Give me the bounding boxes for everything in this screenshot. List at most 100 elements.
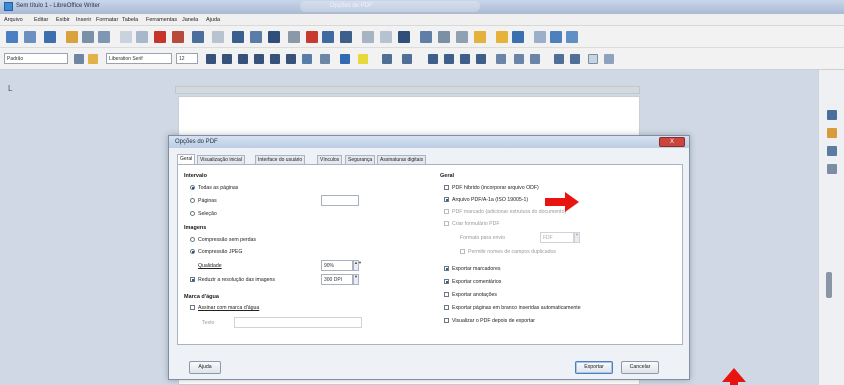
tab-stop-selector[interactable]: L	[8, 84, 12, 93]
insert-textbox-icon[interactable]	[340, 31, 352, 43]
selection-radio[interactable]	[190, 211, 195, 216]
basic-shapes-icon[interactable]	[550, 31, 562, 43]
italic-icon[interactable]	[222, 54, 232, 64]
menu-insert[interactable]: Inserir	[76, 17, 91, 23]
export-button[interactable]: Exportar	[575, 361, 613, 374]
watermark-text-input[interactable]	[234, 317, 362, 328]
export-notes-checkbox[interactable]	[444, 292, 449, 297]
draw-functions-icon[interactable]	[566, 31, 578, 43]
menu-view[interactable]: Exibir	[56, 17, 70, 23]
print-preview-icon[interactable]	[98, 31, 110, 43]
lossless-compression-radio[interactable]	[190, 237, 195, 242]
pages-range-input[interactable]	[321, 195, 359, 206]
menu-help[interactable]: Ajuda	[206, 17, 220, 23]
tab-general[interactable]: Geral	[177, 154, 196, 164]
paste-icon[interactable]	[154, 31, 166, 43]
comment-icon[interactable]	[456, 31, 468, 43]
sidebar-toggle-icon[interactable]	[588, 54, 598, 64]
pages-radio[interactable]	[190, 198, 195, 203]
menu-edit[interactable]: Editar	[34, 17, 48, 23]
subscript-icon[interactable]	[286, 54, 296, 64]
styles-icon[interactable]	[827, 128, 837, 138]
increase-indent-icon[interactable]	[514, 54, 524, 64]
duplicate-field-names-checkbox[interactable]	[460, 249, 465, 254]
gallery-icon[interactable]	[827, 146, 837, 156]
cut-icon[interactable]	[120, 31, 132, 43]
paragraph-icon[interactable]	[554, 54, 564, 64]
dialog-close-button[interactable]: X	[659, 137, 685, 147]
insert-field-icon[interactable]	[380, 31, 392, 43]
font-color-icon[interactable]	[340, 54, 350, 64]
spelling-icon[interactable]	[250, 31, 262, 43]
strikethrough-icon[interactable]	[254, 54, 264, 64]
numbering-icon[interactable]	[402, 54, 412, 64]
insert-chart-icon[interactable]	[322, 31, 334, 43]
shadow-icon[interactable]	[302, 54, 312, 64]
align-center-icon[interactable]	[444, 54, 454, 64]
sign-watermark-checkbox[interactable]	[190, 305, 195, 310]
font-size-dropdown[interactable]: 12	[176, 53, 198, 64]
insert-image-icon[interactable]	[306, 31, 318, 43]
create-form-checkbox[interactable]	[444, 221, 449, 226]
menu-file[interactable]: Arquivo	[4, 17, 23, 23]
menu-window[interactable]: Janela	[182, 17, 198, 23]
export-bookmarks-checkbox[interactable]	[444, 266, 449, 271]
resolution-dropdown-arrow[interactable]: ▼	[353, 274, 359, 285]
view-pdf-after-export-checkbox[interactable]	[444, 318, 449, 323]
find-replace-icon[interactable]	[232, 31, 244, 43]
decrease-indent-icon[interactable]	[530, 54, 540, 64]
export-comments-checkbox[interactable]	[444, 279, 449, 284]
help-button[interactable]: Ajuda	[189, 361, 221, 374]
tab-security[interactable]: Segurança	[345, 155, 376, 164]
hyperlink-icon[interactable]	[420, 31, 432, 43]
export-blank-pages-checkbox[interactable]	[444, 305, 449, 310]
hybrid-pdf-checkbox[interactable]	[444, 185, 449, 190]
horizontal-ruler[interactable]	[175, 86, 640, 94]
navigator-icon[interactable]	[827, 164, 837, 174]
highlight-color-icon[interactable]	[358, 54, 368, 64]
underline-icon[interactable]	[238, 54, 248, 64]
new-style-icon[interactable]	[88, 54, 98, 64]
redo-icon[interactable]	[212, 31, 224, 43]
superscript-icon[interactable]	[270, 54, 280, 64]
reduce-resolution-checkbox[interactable]	[190, 277, 195, 282]
page-break-icon[interactable]	[362, 31, 374, 43]
insert-table-icon[interactable]	[288, 31, 300, 43]
clear-formatting-icon[interactable]	[320, 54, 330, 64]
special-character-icon[interactable]	[398, 31, 410, 43]
new-document-icon[interactable]	[6, 31, 18, 43]
all-pages-radio[interactable]	[190, 185, 195, 190]
vertical-scrollbar-thumb[interactable]	[826, 272, 832, 298]
justify-icon[interactable]	[476, 54, 486, 64]
menu-table[interactable]: Tabela	[122, 17, 138, 23]
tagged-pdf-checkbox[interactable]	[444, 209, 449, 214]
undo-icon[interactable]	[192, 31, 204, 43]
clone-formatting-icon[interactable]	[172, 31, 184, 43]
align-right-icon[interactable]	[460, 54, 470, 64]
tab-user-interface[interactable]: Interface do usuário	[255, 155, 306, 164]
bookmark-icon[interactable]	[496, 31, 508, 43]
character-icon[interactable]	[570, 54, 580, 64]
copy-icon[interactable]	[136, 31, 148, 43]
submit-format-arrow[interactable]: ▼	[574, 232, 580, 243]
print-icon[interactable]	[82, 31, 94, 43]
quality-spin-button[interactable]: ▲▼	[353, 260, 362, 271]
pdfa-checkbox[interactable]	[444, 197, 449, 202]
align-left-icon[interactable]	[428, 54, 438, 64]
cross-reference-icon[interactable]	[512, 31, 524, 43]
line-spacing-icon[interactable]	[496, 54, 506, 64]
pencil-icon[interactable]	[604, 54, 614, 64]
quality-input[interactable]: 90%	[321, 260, 353, 271]
line-icon[interactable]	[534, 31, 546, 43]
cancel-button[interactable]: Cancelar	[621, 361, 659, 374]
properties-icon[interactable]	[827, 110, 837, 120]
paragraph-style-dropdown[interactable]: Padrão	[4, 53, 68, 64]
menu-tools[interactable]: Ferramentas	[146, 17, 177, 23]
templates-icon[interactable]	[24, 31, 36, 43]
jpeg-compression-radio[interactable]	[190, 249, 195, 254]
bold-icon[interactable]	[206, 54, 216, 64]
font-name-dropdown[interactable]: Liberation Serif	[106, 53, 172, 64]
submit-format-dropdown[interactable]: FDF	[540, 232, 574, 243]
update-style-icon[interactable]	[74, 54, 84, 64]
tab-links[interactable]: Vínculos	[317, 155, 343, 164]
